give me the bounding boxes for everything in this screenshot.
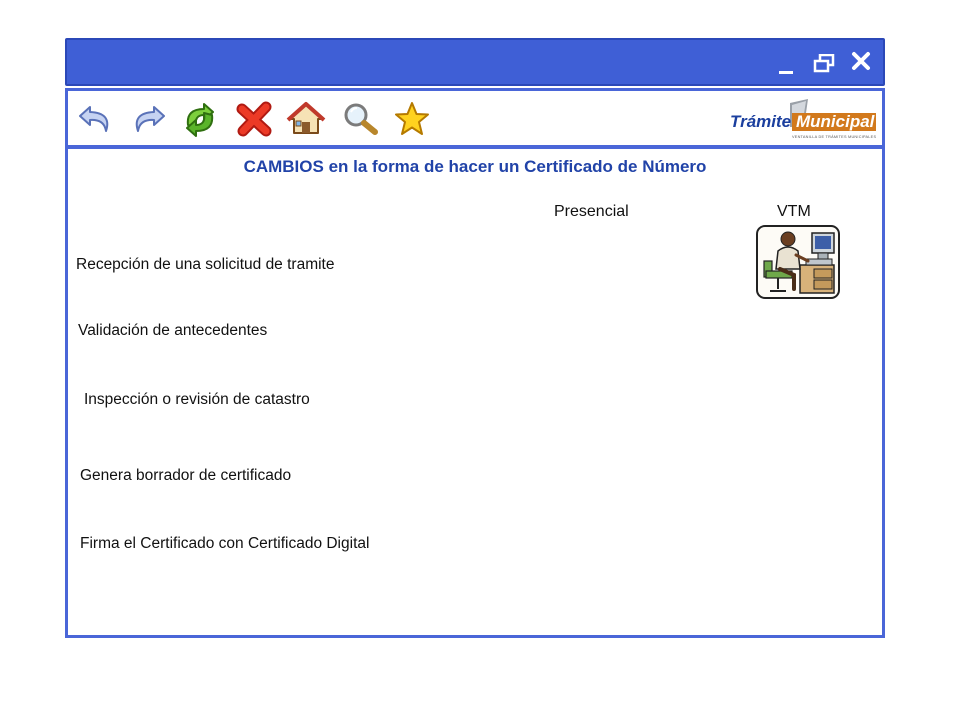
step-borrador: Genera borrador de certificado	[80, 467, 292, 484]
search-icon[interactable]	[340, 99, 380, 139]
step-validacion: Validación de antecedentes	[78, 322, 268, 339]
step-recepcion: Recepción de una solicitud de tramite	[76, 256, 335, 273]
logo-text-right: Municipal	[796, 112, 876, 131]
tramite-municipal-logo: Trámite Municipal VENTANILLA DE TRÁMITES…	[728, 97, 878, 141]
toolbar: Trámite Municipal VENTANILLA DE TRÁMITES…	[65, 88, 885, 148]
delete-icon[interactable]	[234, 99, 274, 139]
home-icon[interactable]	[286, 99, 326, 139]
step-inspeccion: Inspección o revisión de catastro	[84, 391, 310, 408]
back-arrow-icon[interactable]	[76, 99, 116, 139]
title-bar[interactable]	[65, 38, 885, 86]
column-header-vtm: VTM	[777, 203, 811, 220]
minimize-icon[interactable]	[779, 52, 793, 74]
refresh-icon[interactable]	[180, 99, 220, 139]
restore-icon[interactable]	[813, 53, 835, 74]
page-title: CAMBIOS en la forma de hacer un Certific…	[243, 157, 707, 176]
logo-text-left: Trámite	[730, 112, 791, 131]
logo-tagline: VENTANILLA DE TRÁMITES MUNICIPALES	[792, 135, 876, 139]
operator-at-computer-illustration	[756, 225, 840, 299]
close-icon[interactable]	[849, 48, 873, 74]
step-firma: Firma el Certificado con Certificado Dig…	[80, 535, 370, 552]
column-header-presencial: Presencial	[554, 203, 629, 220]
app-window: Trámite Municipal VENTANILLA DE TRÁMITES…	[65, 38, 885, 638]
content-panel: CAMBIOS en la forma de hacer un Certific…	[65, 146, 885, 638]
forward-arrow-icon[interactable]	[128, 99, 168, 139]
favorite-star-icon[interactable]	[392, 99, 432, 139]
